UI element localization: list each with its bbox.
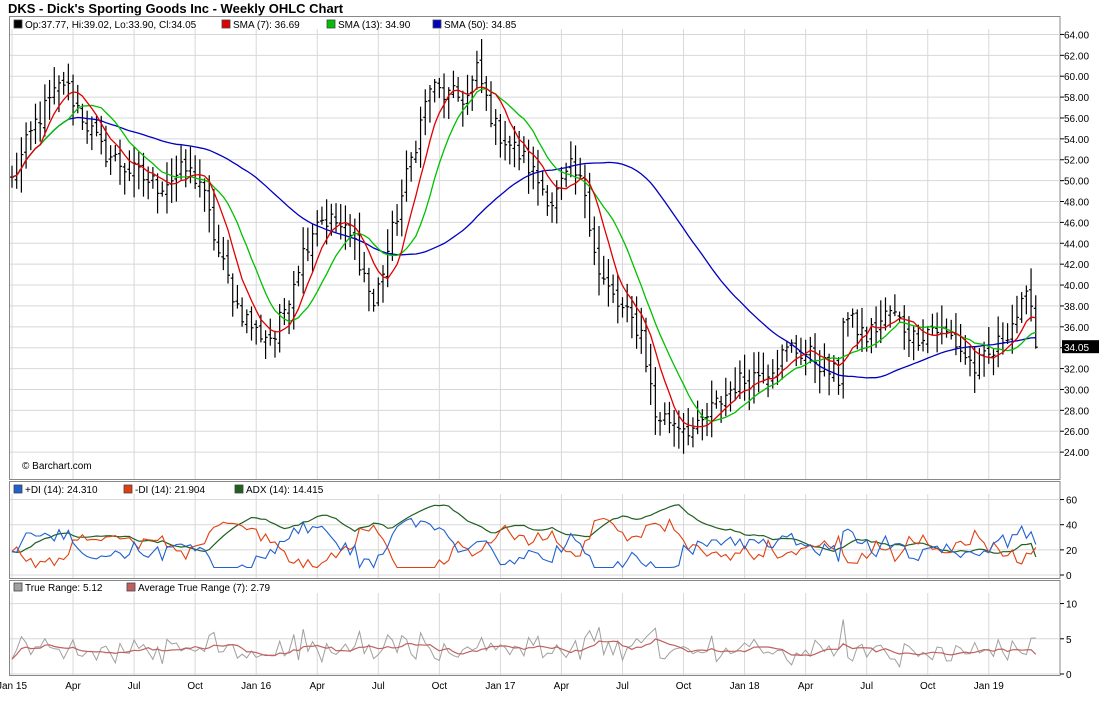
x-tick-label: Oct xyxy=(920,681,936,692)
x-tick-label: Oct xyxy=(187,681,203,692)
y-tick-label: 44.00 xyxy=(1064,239,1089,250)
atr-y-tick-label: 10 xyxy=(1066,600,1078,611)
y-tick-label: 58.00 xyxy=(1064,93,1089,104)
chart-root: DKS - Dick's Sporting Goods Inc - Weekly… xyxy=(0,0,1100,714)
atr-y-tick-label: 5 xyxy=(1066,635,1072,646)
y-tick-label: 56.00 xyxy=(1064,114,1089,125)
x-tick-label: Apr xyxy=(65,681,81,692)
atr-panel-frame xyxy=(9,580,1061,676)
x-tick-label: Jul xyxy=(616,681,629,692)
y-tick-label: 64.00 xyxy=(1064,30,1089,41)
price-legend-swatch xyxy=(326,19,336,29)
last-price-label: 34.05 xyxy=(1064,343,1089,354)
dmi-y-tick-label: 60 xyxy=(1066,496,1078,507)
dmi-y-tick-label: 40 xyxy=(1066,521,1078,532)
dmi-legend-label: -DI (14): 21.904 xyxy=(135,485,205,496)
chart-canvas: Jan 15 Apr Jul Oct Jan 16 Apr Jul Oct Jan 17 Apr J… xyxy=(0,16,1099,692)
y-tick-label: 32.00 xyxy=(1064,365,1089,376)
x-tick-label: Apr xyxy=(554,681,570,692)
atr-legend-swatch xyxy=(13,582,23,592)
dmi-legend-swatch xyxy=(123,484,133,494)
atr-legend-label: True Range: 5.12 xyxy=(25,583,103,594)
x-tick-label: Jul xyxy=(128,681,141,692)
dmi-y-tick-label: 20 xyxy=(1066,546,1078,557)
atr-y-tick-label: 0 xyxy=(1066,670,1072,681)
price-legend-swatch xyxy=(432,19,442,29)
x-tick-label: Jan 15 xyxy=(0,681,27,692)
x-tick-label: Jan 18 xyxy=(730,681,760,692)
watermark: © Barchart.com xyxy=(22,461,92,472)
y-tick-label: 36.00 xyxy=(1064,323,1089,334)
price-legend-label: SMA (50): 34.85 xyxy=(444,20,517,31)
y-tick-label: 62.00 xyxy=(1064,51,1089,62)
y-tick-label: 42.00 xyxy=(1064,260,1089,271)
y-tick-label: 46.00 xyxy=(1064,218,1089,229)
x-tick-label: Jan 19 xyxy=(974,681,1004,692)
price-legend-label: SMA (13): 34.90 xyxy=(338,20,411,31)
y-tick-label: 38.00 xyxy=(1064,302,1089,313)
y-tick-label: 24.00 xyxy=(1064,448,1089,459)
x-tick-label: Oct xyxy=(676,681,692,692)
dmi-y-tick-label: 0 xyxy=(1066,571,1072,582)
x-tick-label: Oct xyxy=(432,681,448,692)
dmi-legend-swatch xyxy=(13,484,23,494)
y-tick-label: 48.00 xyxy=(1064,198,1089,209)
y-tick-label: 50.00 xyxy=(1064,177,1089,188)
x-tick-label: Jan 17 xyxy=(485,681,515,692)
y-tick-label: 30.00 xyxy=(1064,385,1089,396)
dmi-legend-swatch xyxy=(234,484,244,494)
price-legend-swatch xyxy=(13,19,23,29)
y-tick-label: 40.00 xyxy=(1064,281,1089,292)
atr-legend-label: Average True Range (7): 2.79 xyxy=(138,583,271,594)
y-tick-label: 60.00 xyxy=(1064,72,1089,83)
y-tick-label: 52.00 xyxy=(1064,156,1089,167)
x-tick-label: Apr xyxy=(798,681,814,692)
x-tick-label: Apr xyxy=(309,681,325,692)
price-legend-swatch xyxy=(221,19,231,29)
x-tick-label: Jul xyxy=(860,681,873,692)
y-tick-label: 28.00 xyxy=(1064,406,1089,417)
y-tick-label: 26.00 xyxy=(1064,427,1089,438)
price-legend-label: SMA (7): 36.69 xyxy=(233,20,300,31)
atr-legend-swatch xyxy=(126,582,136,592)
x-tick-label: Jan 16 xyxy=(241,681,271,692)
x-tick-label: Jul xyxy=(372,681,385,692)
dmi-legend-label: +DI (14): 24.310 xyxy=(25,485,98,496)
price-legend-label: Op:37.77, Hi:39.02, Lo:33.90, Cl:34.05 xyxy=(25,20,197,31)
dmi-legend-label: ADX (14): 14.415 xyxy=(246,485,324,496)
y-tick-label: 54.00 xyxy=(1064,135,1089,146)
